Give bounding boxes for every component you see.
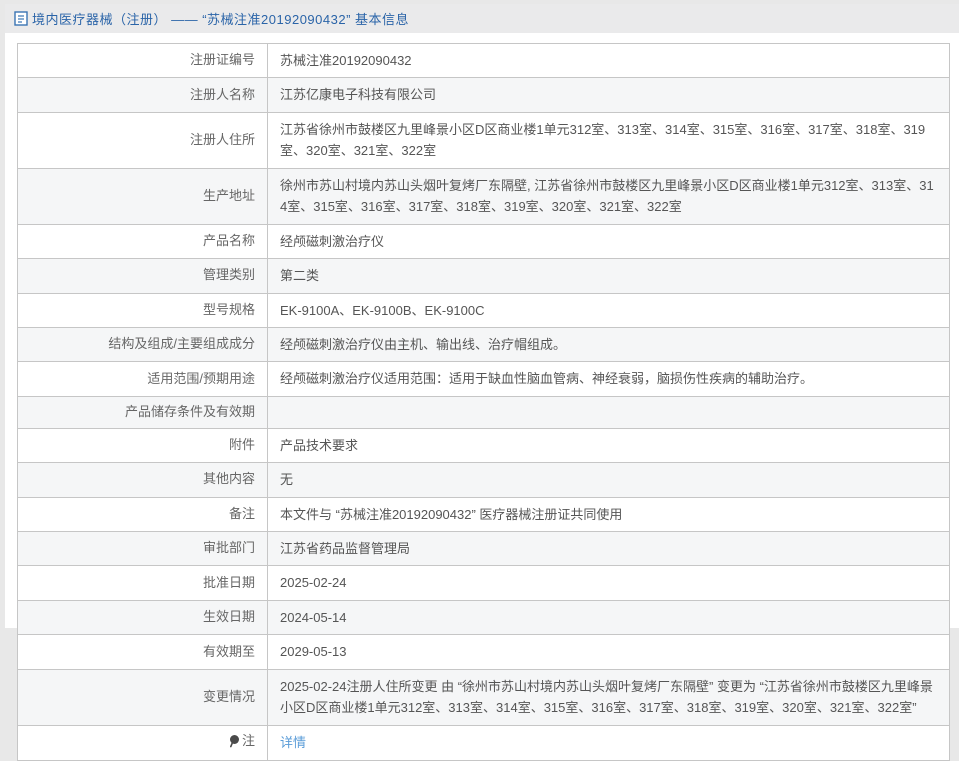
row-registration-number: 注册证编号 苏械注准20192090432 — [18, 44, 950, 78]
row-label: 产品储存条件及有效期 — [18, 396, 268, 428]
row-value — [268, 396, 950, 428]
row-value: 江苏省药品监督管理局 — [268, 531, 950, 565]
row-approval-date: 批准日期 2025-02-24 — [18, 566, 950, 600]
row-label: 注册人名称 — [18, 78, 268, 112]
row-value: 江苏亿康电子科技有限公司 — [268, 78, 950, 112]
row-model-spec: 型号规格 EK-9100A、EK-9100B、EK-9100C — [18, 293, 950, 327]
row-value: 无 — [268, 463, 950, 497]
row-label: 型号规格 — [18, 293, 268, 327]
page-title: 境内医疗器械（注册） —— “苏械注准20192090432” 基本信息 — [32, 9, 409, 28]
row-label: 注 — [18, 725, 268, 760]
page-header: 境内医疗器械（注册） —— “苏械注准20192090432” 基本信息 — [5, 4, 959, 33]
row-other-content: 其他内容 无 — [18, 463, 950, 497]
row-label: 审批部门 — [18, 531, 268, 565]
row-value: 2025-02-24 — [268, 566, 950, 600]
bulb-note-icon — [228, 734, 240, 748]
row-value: 苏械注准20192090432 — [268, 44, 950, 78]
row-production-address: 生产地址 徐州市苏山村境内苏山头烟叶复烤厂东隔壁, 江苏省徐州市鼓楼区九里峰景小… — [18, 168, 950, 224]
row-label: 备注 — [18, 497, 268, 531]
row-remarks: 备注 本文件与 “苏械注准20192090432” 医疗器械注册证共同使用 — [18, 497, 950, 531]
row-label: 其他内容 — [18, 463, 268, 497]
note-label-text: 注 — [242, 732, 255, 751]
row-value: 本文件与 “苏械注准20192090432” 医疗器械注册证共同使用 — [268, 497, 950, 531]
row-value: 详情 — [268, 725, 950, 760]
row-label: 有效期至 — [18, 635, 268, 669]
row-value: 2029-05-13 — [268, 635, 950, 669]
detail-link[interactable]: 详情 — [280, 735, 306, 750]
row-registrant-name: 注册人名称 江苏亿康电子科技有限公司 — [18, 78, 950, 112]
row-label: 管理类别 — [18, 259, 268, 293]
row-label: 生产地址 — [18, 168, 268, 224]
row-expiry-date: 有效期至 2029-05-13 — [18, 635, 950, 669]
row-change-history: 变更情况 2025-02-24注册人住所变更 由 “徐州市苏山村境内苏山头烟叶复… — [18, 669, 950, 725]
row-label: 注册证编号 — [18, 44, 268, 78]
row-value: 经颅磁刺激治疗仪由主机、输出线、治疗帽组成。 — [268, 327, 950, 361]
row-approval-department: 审批部门 江苏省药品监督管理局 — [18, 531, 950, 565]
row-value: 经颅磁刺激治疗仪 — [268, 224, 950, 258]
row-value: 徐州市苏山村境内苏山头烟叶复烤厂东隔壁, 江苏省徐州市鼓楼区九里峰景小区D区商业… — [268, 168, 950, 224]
content-card: 境内医疗器械（注册） —— “苏械注准20192090432” 基本信息 注册证… — [5, 4, 959, 628]
row-label: 变更情况 — [18, 669, 268, 725]
row-value: EK-9100A、EK-9100B、EK-9100C — [268, 293, 950, 327]
row-effective-date: 生效日期 2024-05-14 — [18, 600, 950, 634]
row-value: 2025-02-24注册人住所变更 由 “徐州市苏山村境内苏山头烟叶复烤厂东隔壁… — [268, 669, 950, 725]
registration-info-table: 注册证编号 苏械注准20192090432 注册人名称 江苏亿康电子科技有限公司… — [17, 43, 950, 761]
row-label: 结构及组成/主要组成成分 — [18, 327, 268, 361]
row-label: 附件 — [18, 428, 268, 462]
row-label: 适用范围/预期用途 — [18, 362, 268, 396]
row-product-name: 产品名称 经颅磁刺激治疗仪 — [18, 224, 950, 258]
row-management-category: 管理类别 第二类 — [18, 259, 950, 293]
row-value: 经颅磁刺激治疗仪适用范围：适用于缺血性脑血管病、神经衰弱，脑损伤性疾病的辅助治疗… — [268, 362, 950, 396]
row-intended-use: 适用范围/预期用途 经颅磁刺激治疗仪适用范围：适用于缺血性脑血管病、神经衰弱，脑… — [18, 362, 950, 396]
document-icon — [14, 11, 28, 26]
row-label: 产品名称 — [18, 224, 268, 258]
row-label: 生效日期 — [18, 600, 268, 634]
row-value: 2024-05-14 — [268, 600, 950, 634]
row-label: 注册人住所 — [18, 112, 268, 168]
row-value: 产品技术要求 — [268, 428, 950, 462]
row-value: 第二类 — [268, 259, 950, 293]
row-note: 注 详情 — [18, 725, 950, 760]
row-value: 江苏省徐州市鼓楼区九里峰景小区D区商业楼1单元312室、313室、314室、31… — [268, 112, 950, 168]
row-structure-composition: 结构及组成/主要组成成分 经颅磁刺激治疗仪由主机、输出线、治疗帽组成。 — [18, 327, 950, 361]
row-attachment: 附件 产品技术要求 — [18, 428, 950, 462]
row-storage-conditions: 产品储存条件及有效期 — [18, 396, 950, 428]
row-label: 批准日期 — [18, 566, 268, 600]
row-registrant-address: 注册人住所 江苏省徐州市鼓楼区九里峰景小区D区商业楼1单元312室、313室、3… — [18, 112, 950, 168]
